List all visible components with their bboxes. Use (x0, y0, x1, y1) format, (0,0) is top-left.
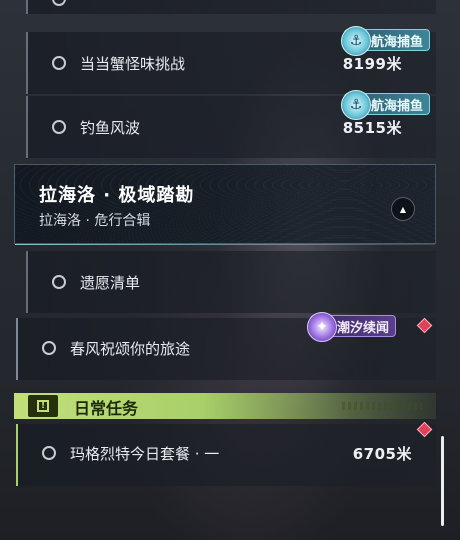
anchor-fish-icon: ⚓ (340, 90, 371, 120)
quest-item-partial[interactable] (26, 0, 436, 14)
quest-item-crab-challenge[interactable]: ⚓ 航海捕鱼 当当蟹怪味挑战 8199米 (26, 26, 436, 94)
group-subtitle: 拉海洛 · 危行合辑 (39, 213, 151, 229)
daily-tasks-header[interactable]: ! 日常任务 (14, 393, 436, 419)
decorative-stripes (342, 402, 422, 410)
quest-status-circle (52, 56, 66, 70)
quest-distance: 8515米 (342, 119, 402, 137)
quest-item-fishing-storm[interactable]: ⚓ 航海捕鱼 钓鱼风波 8515米 (26, 90, 436, 158)
collapse-button[interactable]: ▲ (391, 197, 415, 221)
triangle-up-icon: ▲ (399, 204, 407, 214)
tag-label: 航海捕鱼 (370, 98, 423, 114)
quest-label: 当当蟹怪味挑战 (80, 55, 186, 73)
quest-status-circle (52, 120, 66, 134)
quest-label: 春风祝颂你的旅途 (70, 340, 191, 358)
anchor-fish-icon: ⚓ (340, 26, 371, 56)
sea-fishing-tag: ⚓ 航海捕鱼 (340, 26, 430, 56)
quest-item-spring-wind[interactable]: ✦ 潮汐续闻 春风祝颂你的旅途 (16, 312, 436, 380)
quest-label: 玛格烈特今日套餐 · 一 (70, 445, 220, 463)
quest-label: 钓鱼风波 (80, 119, 141, 137)
tide-swirl-icon: ✦ (307, 312, 337, 342)
quest-distance: 6705米 (352, 445, 412, 463)
quest-status-circle (42, 341, 56, 355)
scrollbar-thumb[interactable] (441, 436, 444, 526)
alert-diamond-icon (416, 317, 433, 334)
tag-label: 潮汐续闻 (337, 320, 390, 336)
quest-status-circle (52, 0, 66, 6)
quest-item-margaret-daily[interactable]: 玛格烈特今日套餐 · 一 6705米 (16, 421, 436, 486)
quest-status-circle (52, 275, 66, 289)
sea-fishing-tag: ⚓ 航海捕鱼 (340, 90, 430, 120)
exclamation-box-icon: ! (28, 395, 58, 417)
quest-group-header[interactable]: 拉海洛 · 极域踏勘 拉海洛 · 危行合辑 ▲ (14, 164, 436, 245)
tide-story-tag: ✦ 潮汐续闻 (307, 312, 397, 342)
group-title: 拉海洛 · 极域踏勘 (39, 185, 195, 206)
daily-tasks-label: 日常任务 (74, 399, 139, 418)
quest-item-last-wish-list[interactable]: 遗愿清单 (26, 251, 436, 313)
tag-label: 航海捕鱼 (370, 34, 423, 50)
quest-distance: 8199米 (342, 55, 402, 73)
quest-label: 遗愿清单 (80, 274, 141, 292)
quest-status-circle (42, 446, 56, 460)
alert-diamond-icon (416, 421, 433, 438)
